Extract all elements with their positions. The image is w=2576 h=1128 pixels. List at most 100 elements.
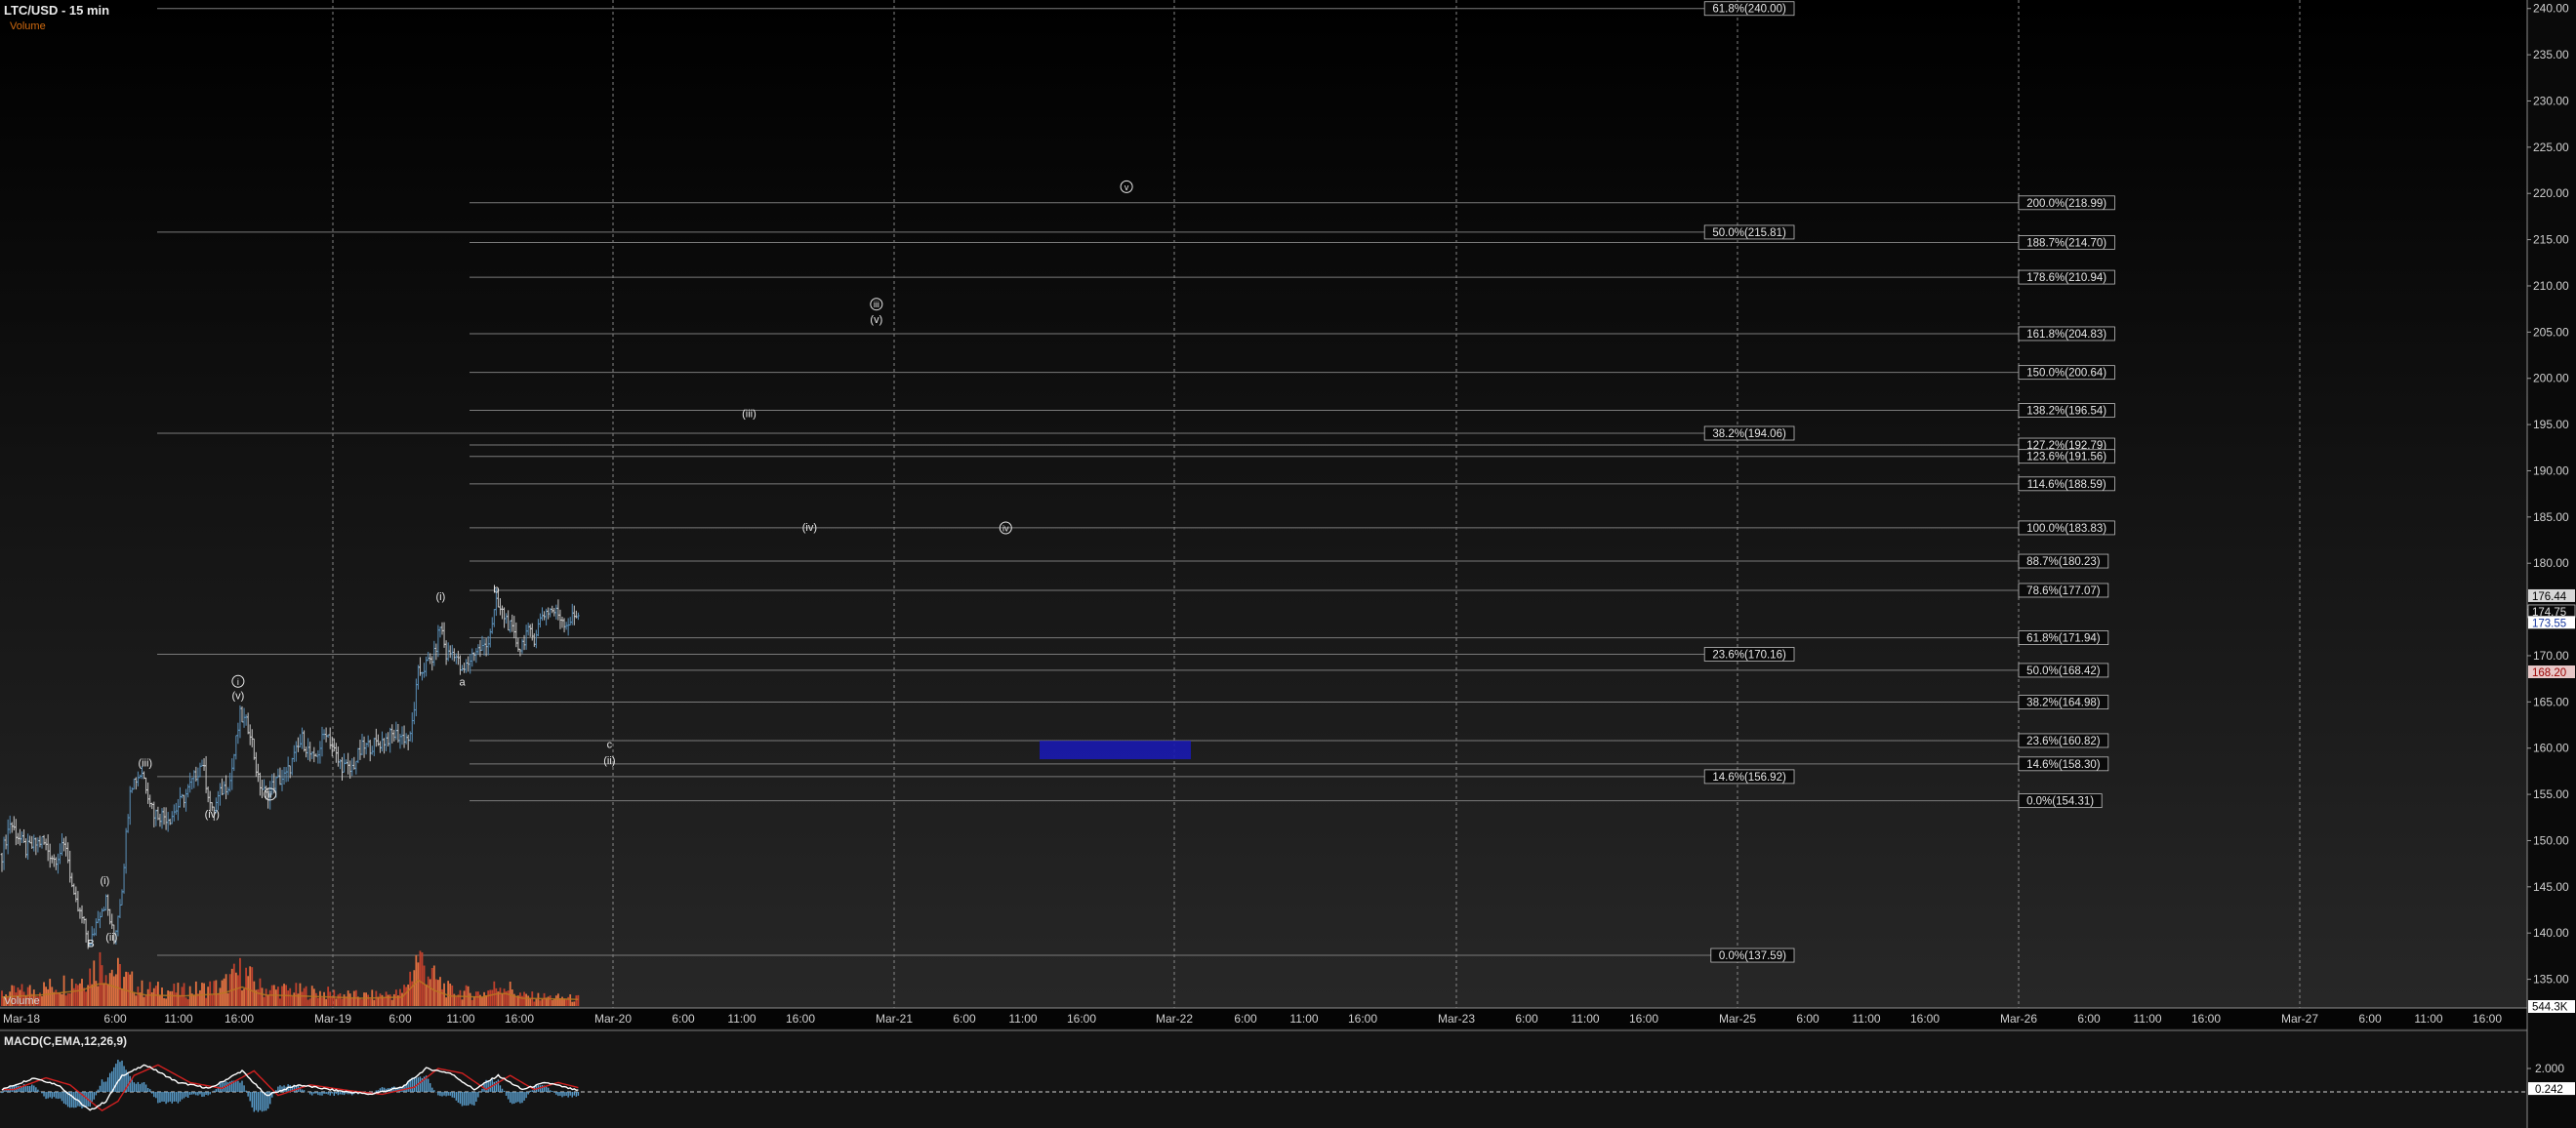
volume-bar [447, 981, 450, 1006]
volume-bar [165, 998, 167, 1006]
volume-bar [552, 998, 555, 1006]
volume-bar [565, 999, 567, 1006]
volume-bar [41, 995, 43, 1006]
volume-bar [432, 965, 435, 1006]
volume-bar [64, 995, 67, 1006]
volume-bar [367, 994, 370, 1006]
volume-bar [405, 987, 407, 1006]
volume-bar [291, 995, 294, 1006]
volume-bar [321, 997, 323, 1006]
fib-retracement-label: 14.6%(156.92) [1712, 772, 1786, 784]
volume-bar [277, 987, 279, 1006]
price-tick-label: 210.00 [2533, 279, 2569, 293]
price-tick-label: 200.00 [2533, 372, 2569, 385]
volume-bar [529, 998, 532, 1006]
volume-bar [575, 995, 578, 1006]
volume-bar [301, 991, 304, 1006]
time-tick-label: 6:00 [1796, 1012, 1820, 1026]
time-tick-label: 16:00 [2473, 1012, 2502, 1026]
volume-bar [157, 982, 159, 1006]
volume-bar [253, 981, 256, 1006]
volume-bar [472, 996, 475, 1006]
volume-bar [299, 983, 302, 1006]
volume-bar [571, 1001, 574, 1006]
volume-bar [79, 983, 81, 1006]
time-tick-label: 11:00 [727, 1012, 756, 1026]
volume-bar [68, 993, 71, 1006]
volume-bar [143, 996, 145, 1006]
time-tick-label: 6:00 [388, 1012, 412, 1026]
wave-label: iii [874, 300, 879, 309]
volume-bar [102, 983, 105, 1006]
price-tick-label: 135.00 [2533, 973, 2569, 987]
volume-legend-label: Volume [10, 20, 46, 32]
time-tick-label: Mar-27 [2281, 1012, 2318, 1026]
volume-bar [461, 999, 464, 1006]
volume-bar [390, 999, 393, 1006]
volume-bar [266, 994, 269, 1006]
volume-bar [274, 989, 277, 1006]
volume-bar [407, 984, 410, 1006]
time-tick-label: 11:00 [446, 1012, 474, 1026]
wave-label: (iv) [802, 522, 817, 534]
fib-extension-label: 114.6%(188.59) [2027, 479, 2106, 491]
volume-bar [135, 995, 138, 1006]
volume-bar [249, 966, 252, 1006]
wave-label: iv [1002, 524, 1009, 534]
volume-bar [373, 999, 376, 1006]
time-tick-label: 6:00 [103, 1012, 127, 1026]
time-axis-band [0, 1008, 2576, 1028]
price-tick-label: 220.00 [2533, 186, 2569, 200]
volume-bar [265, 988, 267, 1006]
volume-bar [369, 998, 372, 1006]
time-tick-label: 11:00 [2414, 1012, 2442, 1026]
volume-bar [169, 990, 172, 1006]
volume-bar [463, 990, 466, 1006]
time-tick-label: 6:00 [1234, 1012, 1257, 1026]
volume-bar [379, 993, 382, 1006]
volume-bar [507, 990, 510, 1006]
volume-bar [339, 992, 342, 1006]
volume-bar [350, 997, 353, 1006]
volume-bar [539, 1000, 542, 1006]
volume-bar [179, 994, 182, 1006]
volume-bar [205, 997, 207, 1006]
volume-bar [469, 992, 471, 1006]
volume-bar [449, 983, 452, 1006]
volume-bar [243, 988, 245, 1006]
volume-bar [199, 989, 201, 1006]
time-tick-label: Mar-21 [876, 1012, 913, 1026]
volume-bar [163, 998, 165, 1006]
fib-retracement-label: 0.0%(137.59) [1719, 950, 1786, 962]
volume-bar [419, 950, 422, 1006]
volume-bar [232, 963, 235, 1006]
volume-bar [533, 1001, 536, 1006]
volume-bar [47, 988, 50, 1006]
volume-bar [387, 994, 389, 1006]
volume-bar [225, 974, 227, 1006]
price-chart[interactable]: 61.8%(240.00) 50.0%(215.81) 38.2%(194.06) 2… [0, 0, 2576, 1128]
volume-bar [383, 997, 386, 1006]
volume-bar [307, 999, 309, 1006]
volume-bar [293, 992, 296, 1006]
volume-bar [61, 993, 63, 1006]
fib-extension-label: 14.6%(158.30) [2026, 759, 2101, 771]
fib-extension-label: 200.0%(218.99) [2026, 198, 2106, 210]
time-tick-label: 6:00 [2077, 1012, 2101, 1026]
price-tick-label: 155.00 [2533, 787, 2569, 801]
volume-bar [519, 992, 521, 1006]
volume-bar [543, 992, 546, 1006]
time-tick-label: Mar-22 [1156, 1012, 1193, 1026]
volume-bar [247, 976, 250, 1006]
volume-bar [1, 990, 3, 1006]
volume-bar [481, 996, 483, 1006]
fib-extension-label: 61.8%(171.94) [2026, 633, 2101, 645]
volume-bar [489, 989, 492, 1006]
price-tick-label: 140.00 [2533, 926, 2569, 940]
target-zone [1040, 741, 1191, 760]
volume-bar [477, 991, 479, 1006]
volume-bar [491, 989, 494, 1006]
volume-bar [259, 978, 262, 1006]
volume-bar [434, 979, 437, 1006]
volume-bar [106, 984, 109, 1006]
